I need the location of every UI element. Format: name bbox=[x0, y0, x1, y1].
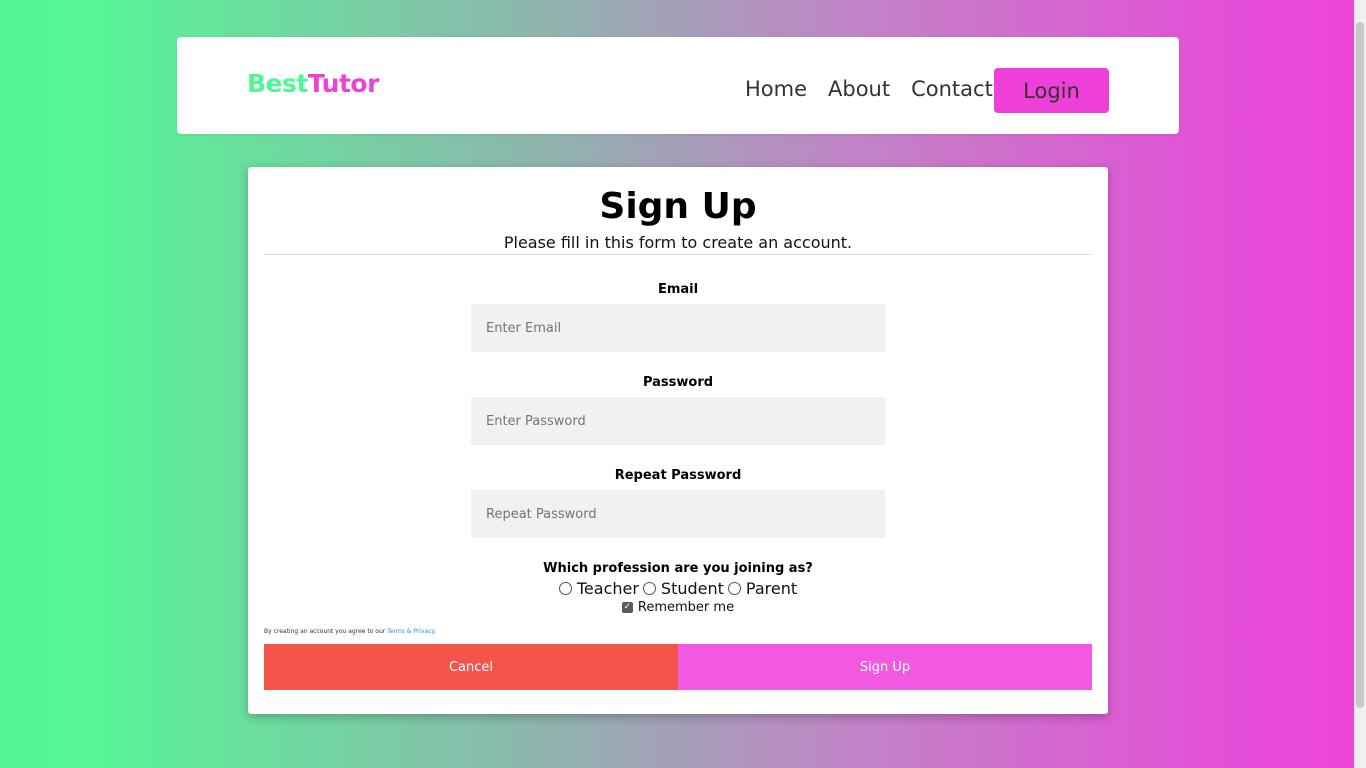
nav-contact-link[interactable]: Contact bbox=[911, 77, 993, 101]
radio-student[interactable]: Student bbox=[642, 579, 724, 598]
login-button[interactable]: Login bbox=[994, 68, 1109, 113]
signup-button[interactable]: Sign Up bbox=[678, 644, 1092, 690]
profession-radio-group: Teacher Student Parent bbox=[248, 579, 1108, 598]
password-label: Password bbox=[642, 375, 714, 390]
nav-about-link[interactable]: About bbox=[828, 77, 890, 101]
cancel-button[interactable]: Cancel bbox=[264, 644, 678, 690]
logo-best: Best bbox=[247, 69, 308, 98]
terms-prefix: By creating an account you agree to our bbox=[264, 628, 386, 635]
logo-tutor: Tutor bbox=[307, 69, 380, 98]
email-field[interactable] bbox=[471, 304, 885, 352]
remember-me[interactable]: ✓ Remember me bbox=[248, 600, 1108, 615]
password-field[interactable] bbox=[471, 397, 885, 445]
terms-link[interactable]: Terms & Privacy. bbox=[387, 628, 436, 635]
radio-student-label: Student bbox=[660, 579, 724, 598]
logo[interactable]: BestTutor bbox=[247, 69, 379, 98]
remember-checkbox[interactable]: ✓ bbox=[621, 602, 633, 613]
nav-home-link[interactable]: Home bbox=[745, 77, 807, 101]
top-navbar: BestTutor Home About Contact Login bbox=[177, 37, 1179, 134]
scrollbar-thumb[interactable] bbox=[1356, 22, 1364, 708]
profession-question: Which profession are you joining as? bbox=[543, 561, 813, 576]
divider bbox=[264, 254, 1092, 255]
radio-teacher-label: Teacher bbox=[576, 579, 639, 598]
radio-parent[interactable]: Parent bbox=[727, 579, 798, 598]
radio-teacher[interactable]: Teacher bbox=[558, 579, 639, 598]
page-title: Sign Up bbox=[599, 186, 757, 227]
signup-card: Sign Up Please fill in this form to crea… bbox=[248, 167, 1108, 714]
terms-text: By creating an account you agree to our … bbox=[264, 628, 436, 635]
remember-label: Remember me bbox=[637, 600, 735, 615]
page-scrollbar[interactable] bbox=[1354, 0, 1366, 768]
page-subtitle: Please fill in this form to create an ac… bbox=[503, 233, 853, 252]
radio-parent-label: Parent bbox=[745, 579, 798, 598]
nav-links: Home About Contact bbox=[745, 77, 993, 101]
repeat-password-label: Repeat Password bbox=[614, 468, 742, 483]
radio-student-circle[interactable] bbox=[642, 582, 656, 595]
repeat-password-field[interactable] bbox=[471, 490, 885, 538]
radio-parent-circle[interactable] bbox=[727, 582, 741, 595]
radio-teacher-circle[interactable] bbox=[558, 582, 572, 595]
email-label: Email bbox=[657, 282, 699, 297]
